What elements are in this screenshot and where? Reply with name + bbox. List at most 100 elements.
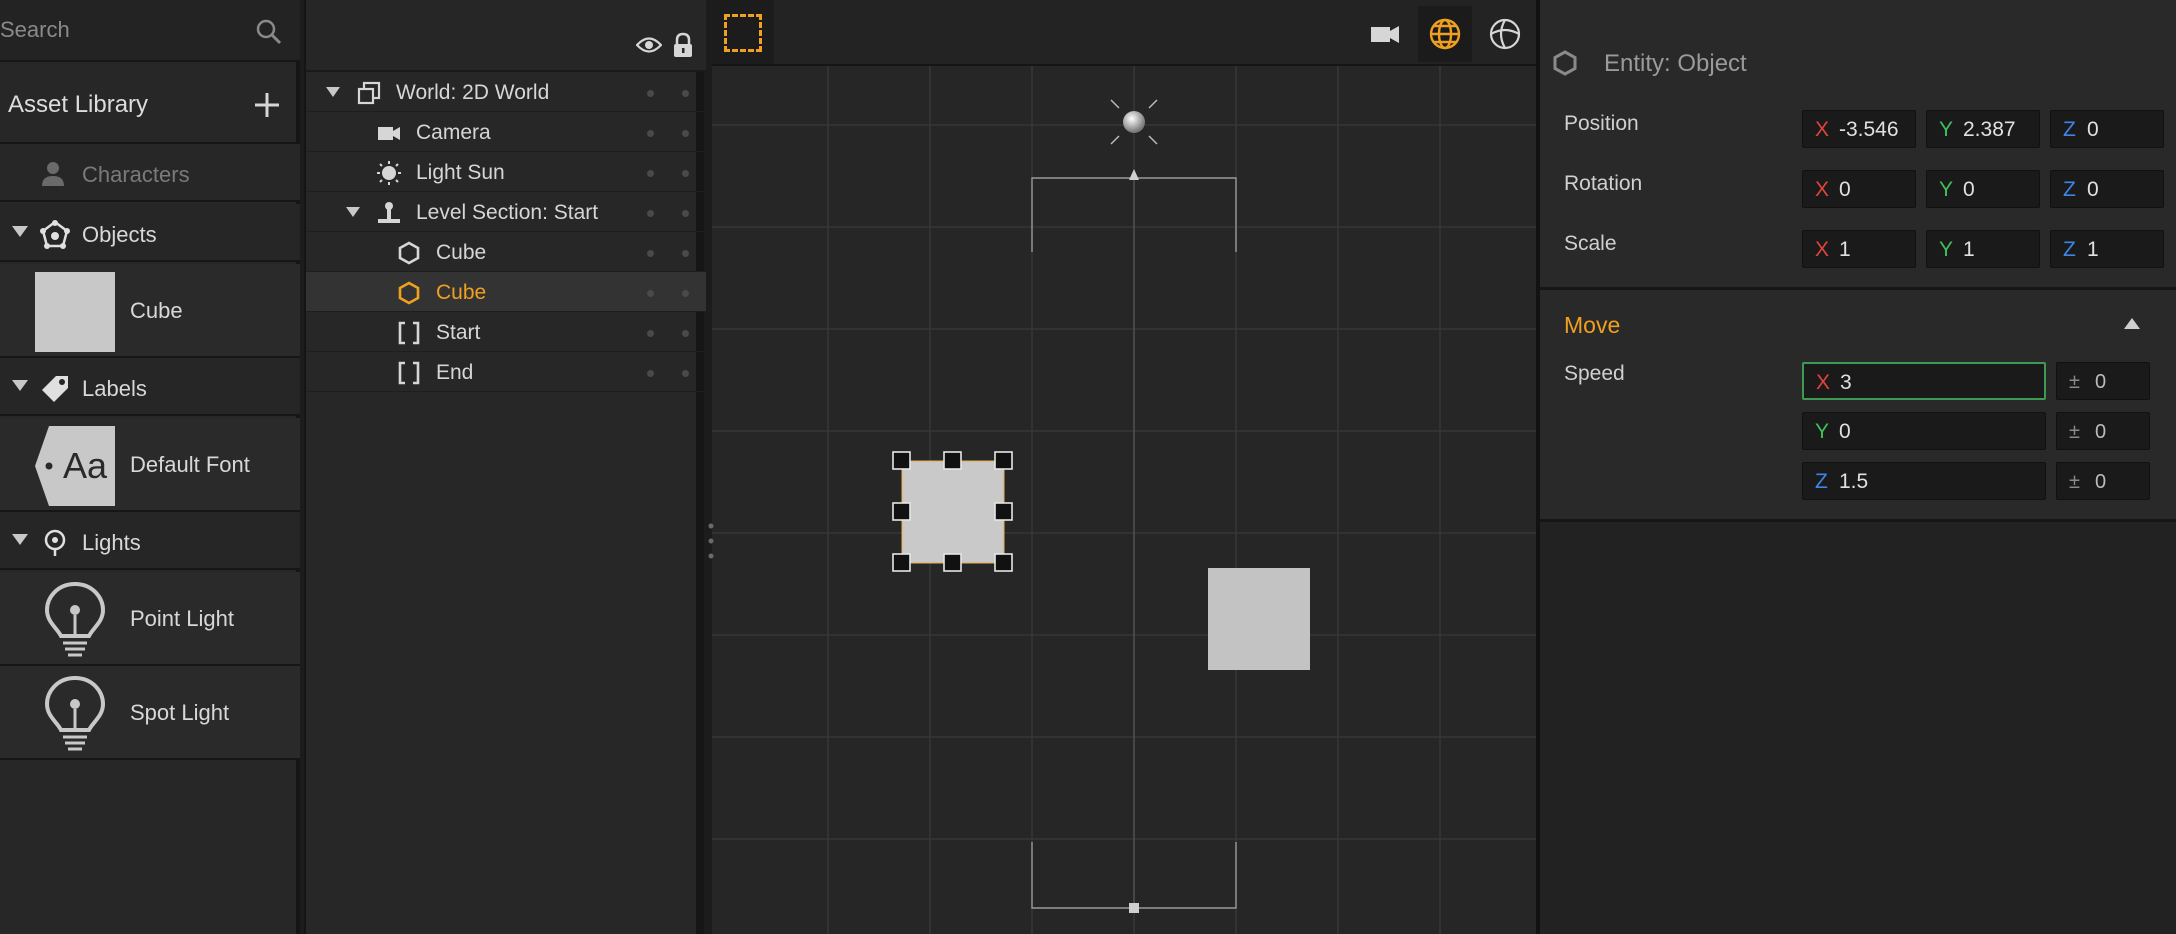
expand-triangle-icon[interactable] [346,207,360,217]
search-input[interactable] [0,10,240,50]
position-z-value: 0 [2087,118,2099,141]
rotation-z-value: 0 [2087,178,2099,201]
category-objects[interactable]: Objects [0,204,300,262]
scene-viewport[interactable] [712,0,1536,934]
speed-y-variance-field[interactable]: ±0 [2056,412,2150,450]
axis-y-label: Y [1939,178,1954,201]
scale-y-field[interactable]: Y1 [1926,230,2040,268]
visibility-dot[interactable] [647,210,654,217]
outliner-row-world[interactable]: World: 2D World [306,72,706,112]
rotation-label: Rotation [1564,172,1643,195]
speed-x-field[interactable]: X3 [1802,362,2046,400]
category-labels[interactable]: Labels [0,358,300,416]
search-icon[interactable] [255,18,283,46]
move-component-section: Move Speed X3 ±0 Y0 ±0 Z 1.5 ±0 [1540,290,2176,522]
scene-canvas[interactable] [712,66,1536,934]
visibility-dot[interactable] [647,250,654,257]
panel-splitter-handle[interactable] [708,522,714,560]
visibility-dot[interactable] [647,90,654,97]
axis-y-label: Y [1815,420,1830,443]
category-label: Objects [82,222,157,247]
axis-x-label: X [1815,238,1830,261]
rotation-z-field[interactable]: Z0 [2050,170,2164,208]
speed-z-variance-field[interactable]: ±0 [2056,462,2150,500]
visibility-dot[interactable] [647,170,654,177]
axis-x-label: X [1816,371,1831,394]
speed-y-field[interactable]: Y0 [1802,412,2046,450]
objects-icon [40,220,70,249]
level-section-frame[interactable] [1031,169,1237,913]
scale-z-value: 1 [2087,238,2099,261]
lock-dot[interactable] [682,330,689,337]
asset-item-point-light[interactable]: Point Light [0,572,300,666]
category-characters[interactable]: Characters [0,144,300,202]
marquee-select-button[interactable] [712,0,774,64]
outliner-row-end[interactable]: End [306,352,706,392]
cube-selected[interactable] [892,451,1013,572]
axis-x-label: X [1815,178,1830,201]
entity-title: Entity: Object [1604,50,1747,77]
visibility-dot[interactable] [647,290,654,297]
asset-item-default-font[interactable]: Aa Default Font [0,418,300,512]
position-x-field[interactable]: X -3.546 [1802,110,1916,148]
position-y-field[interactable]: Y 2.387 [1926,110,2040,148]
globe-view-button[interactable] [1478,6,1532,62]
visibility-dot[interactable] [647,330,654,337]
expand-triangle-icon[interactable] [12,380,28,391]
position-z-field[interactable]: Z0 [2050,110,2164,148]
move-component-title[interactable]: Move [1564,312,1620,339]
brackets-icon [398,321,420,345]
lock-dot[interactable] [682,290,689,297]
outliner-toolbar [306,0,706,72]
visibility-dot[interactable] [647,130,654,137]
grid [712,66,1536,934]
outliner-row-level-section[interactable]: Level Section: Start [306,192,706,232]
expand-triangle-icon[interactable] [12,534,28,545]
outliner-row-label: Start [436,321,481,344]
asset-library-header: Asset Library [0,64,300,144]
world-view-button[interactable] [1418,6,1472,62]
asset-item-spot-light[interactable]: Spot Light [0,666,300,760]
rotation-y-value: 0 [1963,178,1975,201]
expand-triangle-icon[interactable] [12,226,28,237]
rotation-y-field[interactable]: Y0 [1926,170,2040,208]
lock-icon[interactable] [672,32,694,58]
rotation-x-field[interactable]: X0 [1802,170,1916,208]
outliner-row-label: Cube [436,241,487,264]
lock-dot[interactable] [682,130,689,137]
plus-minus-symbol: ± [2069,371,2080,393]
eye-icon[interactable] [636,34,662,56]
scale-z-field[interactable]: Z1 [2050,230,2164,268]
outliner-row-cube-selected[interactable]: Cube [306,272,706,312]
add-asset-button[interactable] [252,90,282,120]
collapse-arrow-icon[interactable] [2124,318,2140,329]
category-lights[interactable]: Lights [0,512,300,570]
lock-dot[interactable] [682,90,689,97]
outliner-row-light-sun[interactable]: Light Sun [306,152,706,192]
lock-dot[interactable] [682,170,689,177]
category-label: Lights [82,530,141,555]
cube-object[interactable] [1208,568,1310,670]
bulb-icon [44,675,106,751]
expand-triangle-icon[interactable] [326,87,340,97]
axis-z-label: Z [2063,178,2076,201]
viewport-toolbar [712,0,1536,66]
outliner-row-start[interactable]: Start [306,312,706,352]
outliner-row-camera[interactable]: Camera [306,112,706,152]
asset-library-panel: Asset Library Characters Objects Cube La… [0,0,300,934]
speed-x-variance-field[interactable]: ±0 [2056,362,2150,400]
visibility-dot[interactable] [647,370,654,377]
level-section-icon [378,202,400,223]
asset-label: Cube [130,298,183,323]
world-view-icon [1429,18,1461,50]
asset-label: Spot Light [130,700,230,725]
lock-dot[interactable] [682,250,689,257]
outliner-row-cube[interactable]: Cube [306,232,706,272]
scale-x-field[interactable]: X1 [1802,230,1916,268]
lock-dot[interactable] [682,210,689,217]
asset-item-cube[interactable]: Cube [0,264,300,358]
sun-icon [377,161,401,185]
camera-view-button[interactable] [1358,6,1412,62]
lock-dot[interactable] [682,370,689,377]
speed-z-field[interactable]: Z 1.5 [1802,462,2046,500]
